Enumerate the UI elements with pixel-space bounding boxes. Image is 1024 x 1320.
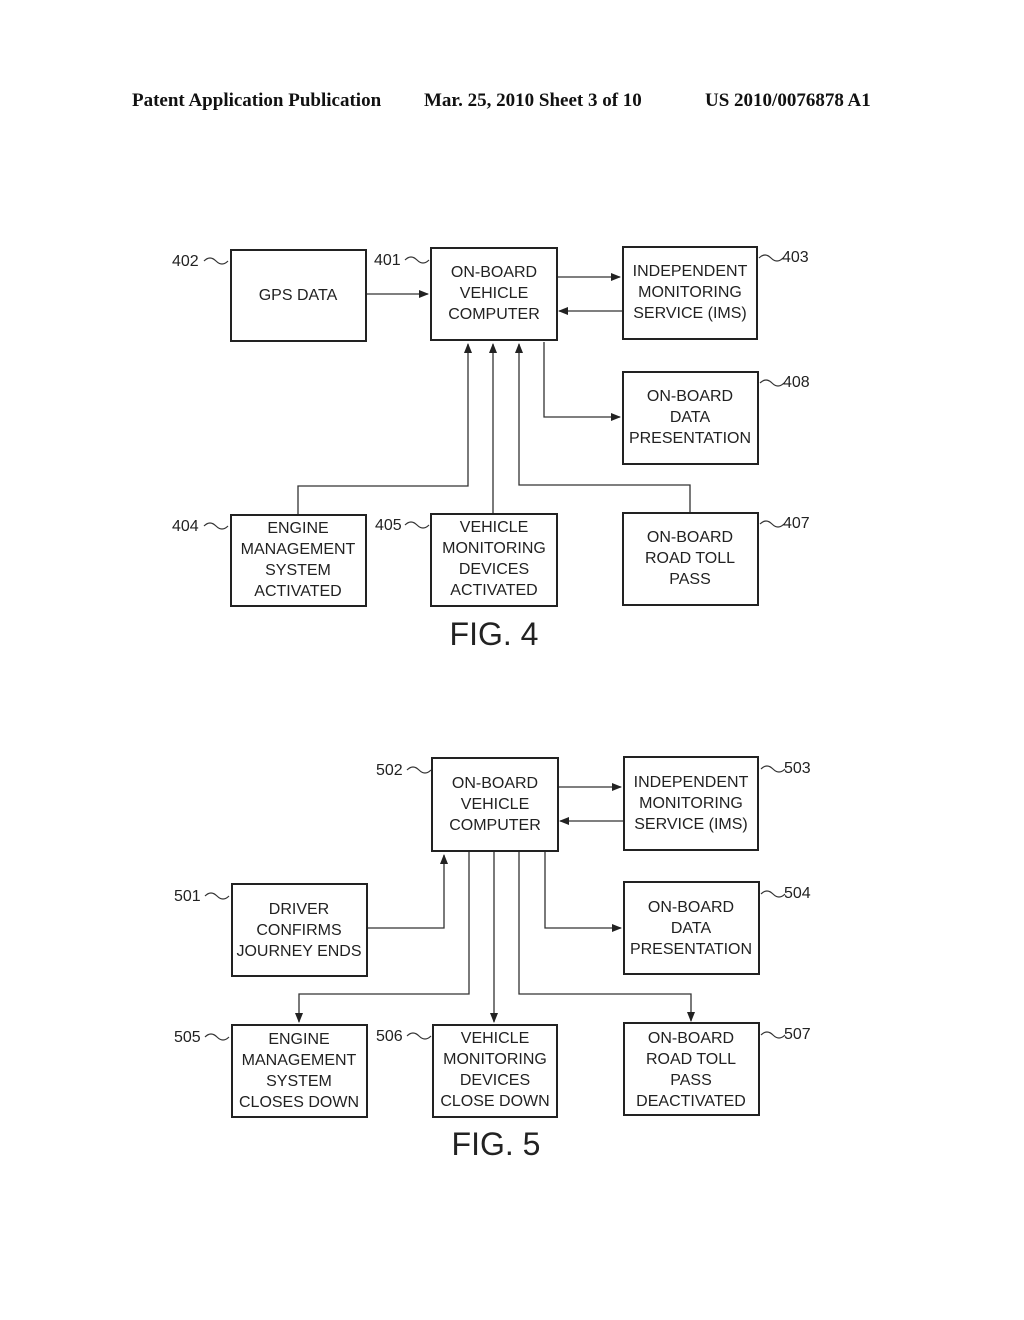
box-402-text: GPS DATA [259, 287, 338, 304]
box-506-vehicle-monitoring-close: VEHICLE MONITORING DEVICES CLOSE DOWN 50… [376, 1024, 558, 1118]
box-506-line-2: MONITORING [443, 1051, 547, 1068]
connector-401-to-408 [543, 342, 621, 421]
box-405-line-2: MONITORING [442, 540, 546, 557]
ref-label-507: 507 [784, 1026, 811, 1043]
box-506-line-3: DEVICES [460, 1072, 530, 1089]
connector-502-to-504 [544, 852, 622, 932]
box-403-ims: INDEPENDENT MONITORING SERVICE (IMS) 403 [622, 246, 809, 340]
box-407-road-toll-pass: ON-BOARD ROAD TOLL PASS 407 [622, 512, 810, 606]
box-506-line-4: CLOSE DOWN [440, 1093, 549, 1110]
ref-label-505: 505 [174, 1029, 201, 1046]
ref-label-402: 402 [172, 253, 199, 270]
box-502-line-2: VEHICLE [461, 796, 529, 813]
box-507-line-4: DEACTIVATED [636, 1093, 746, 1110]
leader-503 [760, 765, 786, 773]
leader-403 [758, 254, 784, 262]
box-408-line-2: DATA [670, 409, 711, 426]
figure-5-caption: FIG. 5 [452, 1126, 541, 1162]
figure-5: ON-BOARD VEHICLE COMPUTER 502 INDEPENDEN… [174, 756, 811, 1162]
box-502-onboard-computer: ON-BOARD VEHICLE COMPUTER 502 [376, 757, 559, 852]
box-501-line-3: JOURNEY ENDS [236, 943, 361, 960]
box-408-data-presentation: ON-BOARD DATA PRESENTATION 408 [622, 371, 810, 465]
box-501-line-2: CONFIRMS [256, 922, 341, 939]
leader-408 [759, 379, 785, 387]
box-501-driver-confirms: DRIVER CONFIRMS JOURNEY ENDS 501 [174, 883, 368, 977]
ref-label-407: 407 [783, 515, 810, 532]
box-402-gps-data: GPS DATA 402 [172, 249, 367, 342]
box-404-line-2: MANAGEMENT [241, 541, 356, 558]
ref-label-404: 404 [172, 518, 199, 535]
box-506-line-1: VEHICLE [461, 1030, 529, 1047]
box-407-line-2: ROAD TOLL [645, 550, 735, 567]
box-405-vehicle-monitoring: VEHICLE MONITORING DEVICES ACTIVATED 405 [375, 513, 558, 607]
leader-507 [760, 1031, 786, 1039]
box-405-line-3: DEVICES [459, 561, 529, 578]
box-403-line-2: MONITORING [638, 284, 742, 301]
leader-405 [404, 521, 430, 529]
box-405-line-4: ACTIVATED [450, 582, 537, 599]
box-401-line-3: COMPUTER [448, 306, 540, 323]
box-408-line-1: ON-BOARD [647, 388, 733, 405]
ref-label-502: 502 [376, 762, 403, 779]
box-505-line-1: ENGINE [268, 1031, 329, 1048]
leader-502 [406, 766, 432, 774]
ref-label-506: 506 [376, 1028, 403, 1045]
box-504-data-presentation: ON-BOARD DATA PRESENTATION 504 [623, 881, 811, 975]
box-407-line-1: ON-BOARD [647, 529, 733, 546]
ref-label-401: 401 [374, 252, 401, 269]
ref-label-504: 504 [784, 885, 811, 902]
box-505-line-4: CLOSES DOWN [239, 1094, 359, 1111]
ref-label-405: 405 [375, 517, 402, 534]
box-503-line-2: MONITORING [639, 795, 743, 812]
box-503-ims: INDEPENDENT MONITORING SERVICE (IMS) 503 [623, 756, 811, 851]
box-505-line-2: MANAGEMENT [242, 1052, 357, 1069]
box-404-engine-management: ENGINE MANAGEMENT SYSTEM ACTIVATED 404 [172, 514, 367, 607]
leader-401 [404, 256, 430, 264]
box-507-line-3: PASS [670, 1072, 712, 1089]
box-401-line-2: VEHICLE [460, 285, 528, 302]
leader-407 [759, 520, 785, 528]
connector-404-to-401 [297, 343, 472, 514]
figure-4: GPS DATA 402 ON-BOARD VEHICLE COMPUTER 4… [172, 246, 810, 652]
box-507-line-2: ROAD TOLL [646, 1051, 736, 1068]
leader-404 [203, 522, 229, 530]
leader-506 [406, 1032, 432, 1040]
box-503-line-1: INDEPENDENT [634, 774, 749, 791]
box-404-line-3: SYSTEM [265, 562, 331, 579]
leader-505 [204, 1033, 230, 1041]
box-404-line-4: ACTIVATED [254, 583, 341, 600]
box-502-line-1: ON-BOARD [452, 775, 538, 792]
box-404-line-1: ENGINE [267, 520, 328, 537]
box-405-line-1: VEHICLE [460, 519, 528, 536]
figure-4-caption: FIG. 4 [450, 616, 539, 652]
box-504-line-1: ON-BOARD [648, 899, 734, 916]
box-507-road-toll-deactivated: ON-BOARD ROAD TOLL PASS DEACTIVATED 507 [623, 1022, 811, 1116]
box-502-line-3: COMPUTER [449, 817, 541, 834]
box-403-line-3: SERVICE (IMS) [633, 305, 747, 322]
ref-label-403: 403 [782, 249, 809, 266]
leader-501 [204, 892, 230, 900]
box-401-line-1: ON-BOARD [451, 264, 537, 281]
box-503-line-3: SERVICE (IMS) [634, 816, 748, 833]
ref-label-408: 408 [783, 374, 810, 391]
box-407-line-3: PASS [669, 571, 711, 588]
connector-501-to-502 [368, 854, 448, 929]
box-505-line-3: SYSTEM [266, 1073, 332, 1090]
leader-402 [203, 257, 229, 265]
box-408-line-3: PRESENTATION [629, 430, 751, 447]
diagram-canvas: GPS DATA 402 ON-BOARD VEHICLE COMPUTER 4… [172, 246, 811, 1162]
ref-label-503: 503 [784, 760, 811, 777]
box-504-line-2: DATA [671, 920, 712, 937]
box-505-engine-management-closes: ENGINE MANAGEMENT SYSTEM CLOSES DOWN 505 [174, 1024, 368, 1118]
box-501-line-1: DRIVER [269, 901, 329, 918]
leader-504 [760, 890, 786, 898]
box-507-line-1: ON-BOARD [648, 1030, 734, 1047]
ref-label-501: 501 [174, 888, 201, 905]
box-403-line-1: INDEPENDENT [633, 263, 748, 280]
box-504-line-3: PRESENTATION [630, 941, 752, 958]
